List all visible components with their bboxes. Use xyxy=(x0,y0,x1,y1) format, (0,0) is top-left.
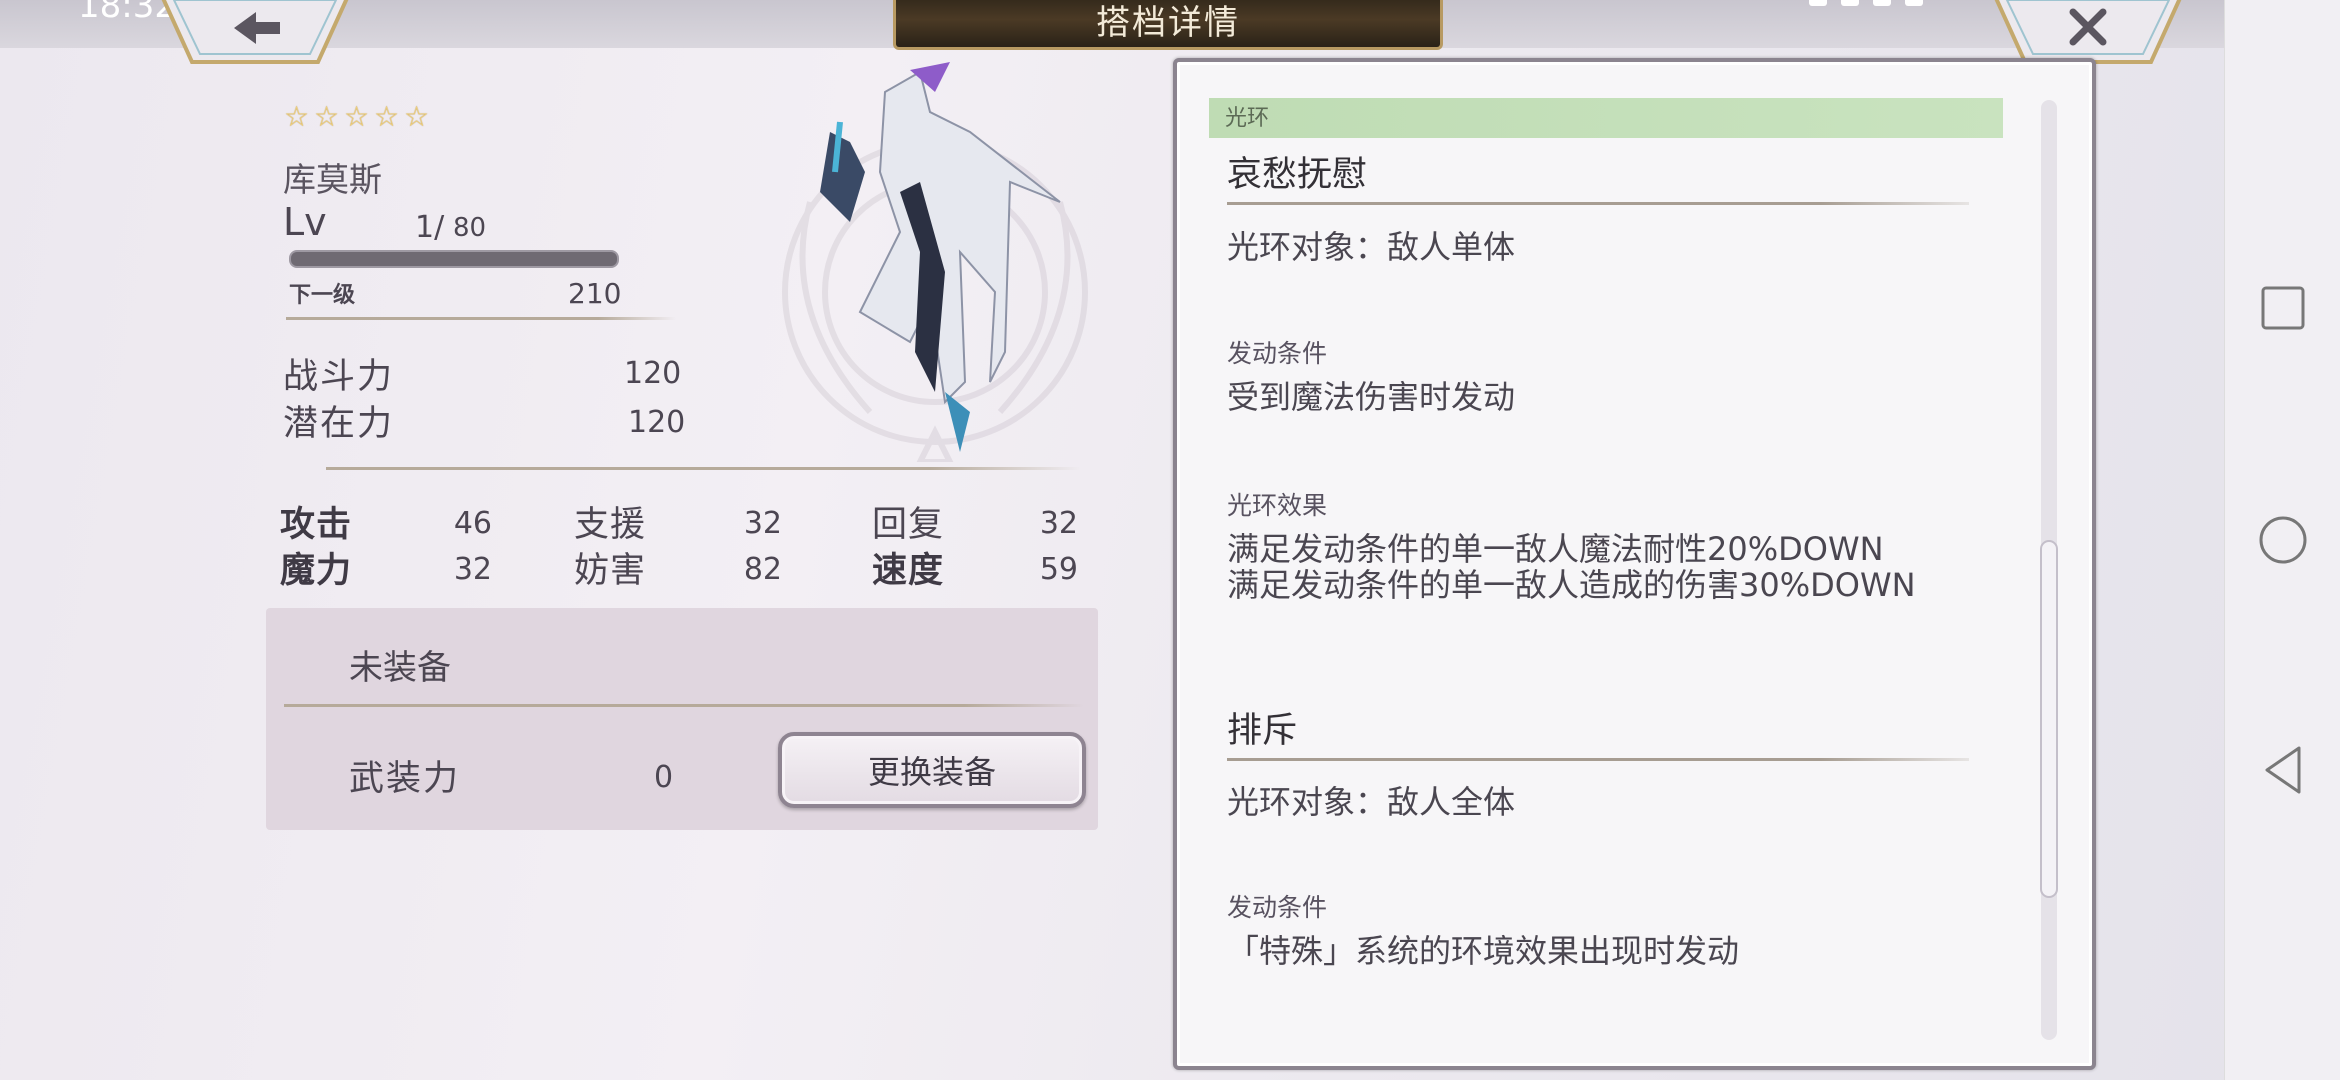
level-value: 1/ xyxy=(415,210,444,245)
status-icons xyxy=(1809,0,2009,12)
stat-support-value: 32 xyxy=(743,506,782,541)
recent-apps-button[interactable] xyxy=(2255,280,2311,336)
divider xyxy=(286,317,676,320)
notification-icon xyxy=(1809,0,1827,6)
aura-section-header: 光环 xyxy=(1209,98,2003,138)
aura-target: 光环对象：敌人单体 xyxy=(1227,228,1516,266)
change-equipment-button[interactable]: 更换装备 xyxy=(778,732,1086,808)
aura-target: 光环对象：敌人全体 xyxy=(1227,783,1516,821)
home-button[interactable] xyxy=(2255,512,2311,568)
stat-attack-value: 46 xyxy=(453,506,492,541)
armor-power-value: 0 xyxy=(654,760,674,795)
potential-label: 潜在力 xyxy=(283,404,395,444)
stat-support-label: 支援 xyxy=(574,505,647,545)
ability-title: 哀愁抚慰 xyxy=(1227,155,1368,195)
xp-progress-bar xyxy=(289,250,619,268)
equipment-status: 未装备 xyxy=(349,648,451,688)
rarity-stars: ☆ ☆ ☆ ☆ ☆ xyxy=(284,100,430,133)
divider xyxy=(284,704,1084,707)
page-title: 搭档详情 xyxy=(893,0,1443,50)
stat-hinder-label: 妨害 xyxy=(574,551,647,591)
stat-speed-label: 速度 xyxy=(872,551,945,591)
wifi-icon xyxy=(1841,0,1859,6)
stat-magic-label: 魔力 xyxy=(280,551,353,591)
level-separator: / xyxy=(434,210,445,245)
circle-icon xyxy=(2259,516,2307,564)
app-screen: 18:32 搭档详情 ☆ ☆ ☆ ☆ ☆ 库莫斯 Lv 1/ 80 下一级 21… xyxy=(0,0,2224,1080)
power-label: 战斗力 xyxy=(283,357,395,397)
condition-text: 「特殊」系统的环境效果出现时发动 xyxy=(1227,932,1740,970)
close-button[interactable] xyxy=(1993,0,2183,66)
power-value: 120 xyxy=(624,356,682,391)
stat-magic-value: 32 xyxy=(453,552,492,587)
square-icon xyxy=(2261,286,2305,330)
level-current: 1 xyxy=(415,210,435,245)
signal-icon xyxy=(1873,0,1891,6)
next-level-label: 下一级 xyxy=(289,283,356,308)
equipment-panel: 未装备 武装力 0 更换装备 xyxy=(266,608,1098,830)
divider xyxy=(1227,202,1969,205)
effect-text: 满足发动条件的单一敌人造成的伤害30%DOWN xyxy=(1227,566,1916,604)
star-icon: ☆ xyxy=(374,100,400,133)
battery-icon xyxy=(1905,0,1923,6)
stat-speed-value: 59 xyxy=(1039,552,1078,587)
stat-hinder-value: 82 xyxy=(743,552,782,587)
level-label: Lv xyxy=(283,200,327,244)
level-max: 80 xyxy=(453,213,487,243)
armor-power-label: 武装力 xyxy=(349,759,461,799)
next-level-value: 210 xyxy=(568,277,622,310)
divider xyxy=(1227,758,1969,761)
ability-title: 排斥 xyxy=(1227,711,1298,751)
character-name: 库莫斯 xyxy=(283,160,382,199)
system-nav-bar xyxy=(2224,0,2340,1080)
star-icon: ☆ xyxy=(314,100,340,133)
aura-detail-panel[interactable]: 光环 哀愁抚慰 光环对象：敌人单体 发动条件 受到魔法伤害时发动 光环效果 满足… xyxy=(1173,58,2096,1070)
condition-label: 发动条件 xyxy=(1227,339,1328,368)
stat-recover-label: 回复 xyxy=(872,505,945,545)
back-nav-button[interactable] xyxy=(2255,742,2311,798)
divider xyxy=(326,467,1081,470)
condition-text: 受到魔法伤害时发动 xyxy=(1227,378,1516,416)
character-portrait xyxy=(782,62,1088,462)
triangle-back-icon xyxy=(2265,746,2301,794)
scrollbar-thumb[interactable] xyxy=(2040,540,2058,898)
star-icon: ☆ xyxy=(404,100,430,133)
star-icon: ☆ xyxy=(344,100,370,133)
effect-label: 光环效果 xyxy=(1227,491,1328,520)
back-button[interactable] xyxy=(160,0,350,66)
stat-recover-value: 32 xyxy=(1039,506,1078,541)
star-icon: ☆ xyxy=(284,100,310,133)
potential-value: 120 xyxy=(628,405,686,440)
condition-label: 发动条件 xyxy=(1227,893,1328,922)
stat-attack-label: 攻击 xyxy=(280,505,353,545)
